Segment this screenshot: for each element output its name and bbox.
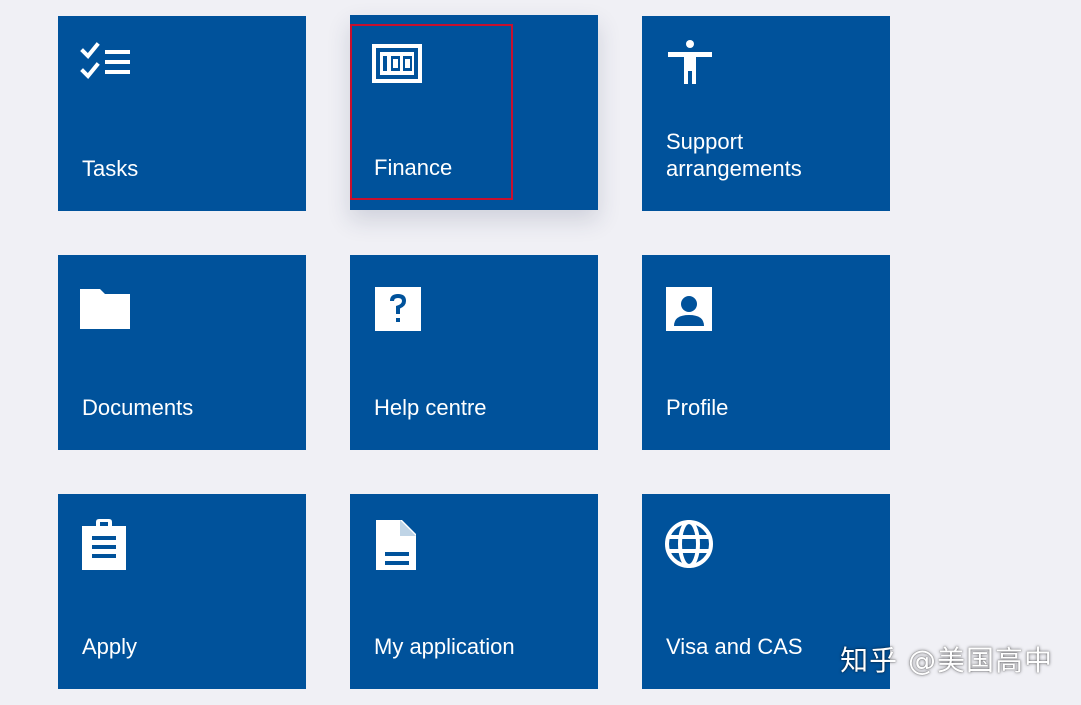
tile-label: Apply [82,634,138,659]
tile-tasks[interactable]: Tasks [58,16,306,211]
tile-help-centre[interactable]: Help centre [350,255,598,450]
tile-finance[interactable]: Finance [350,15,598,210]
tile-my-application[interactable]: My application [350,494,598,689]
tile-documents[interactable]: Documents [58,255,306,450]
profile-icon [664,279,716,331]
tile-label: Documents [82,395,194,420]
accessibility-icon [664,40,716,92]
tile-label: Tasks [82,156,139,181]
document-icon [372,518,424,570]
tile-label: My application [374,634,515,659]
tile-support-arrangements[interactable]: Support arrangements [642,16,890,211]
tile-label: Visa and CAS [666,634,803,659]
folder-icon [80,279,132,331]
tile-profile[interactable]: Profile [642,255,890,450]
help-icon [372,279,424,331]
clipboard-icon [80,518,132,570]
tile-label: Help centre [374,395,487,420]
banknote-icon [372,39,424,91]
tile-apply[interactable]: Apply [58,494,306,689]
tile-label: Support arrangements [666,129,802,181]
tile-label: Profile [666,395,729,420]
tile-label: Finance [374,155,453,180]
globe-icon [664,518,716,570]
checklist-icon [80,40,132,92]
watermark: 知乎 @美国高中 [840,644,1053,677]
